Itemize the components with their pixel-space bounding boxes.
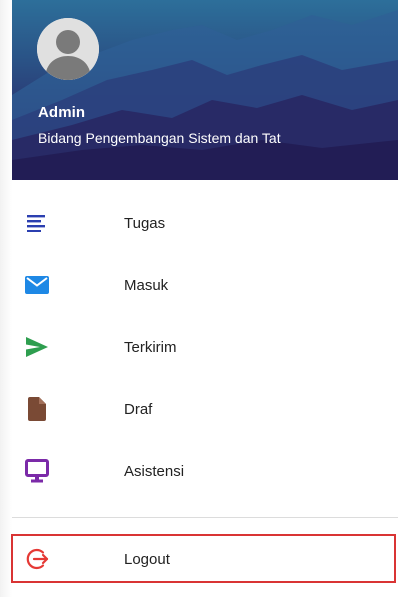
drawer-edge (0, 0, 12, 597)
menu-item-masuk[interactable]: Masuk (12, 254, 398, 316)
menu-list: Tugas Masuk Terkirim Draf Asistensi (12, 192, 398, 502)
menu-item-label: Asistensi (124, 462, 185, 480)
menu-item-terkirim[interactable]: Terkirim (12, 316, 398, 378)
avatar[interactable] (37, 18, 99, 80)
send-icon (24, 334, 50, 360)
profile-department: Bidang Pengembangan Sistem dan Tat (38, 130, 281, 146)
menu-item-label: Tugas (124, 214, 166, 232)
menu-item-label: Masuk (124, 276, 169, 294)
document-icon (24, 396, 50, 422)
mail-icon (24, 272, 50, 298)
menu-item-draf[interactable]: Draf (12, 378, 398, 440)
logout-icon (26, 547, 50, 571)
menu-item-tugas[interactable]: Tugas (12, 192, 398, 254)
menu-item-label: Terkirim (124, 338, 177, 356)
profile-name: Admin (38, 104, 86, 121)
menu-item-asistensi[interactable]: Asistensi (12, 440, 398, 502)
menu-divider (12, 517, 398, 518)
navigation-drawer: Admin Bidang Pengembangan Sistem dan Tat… (0, 0, 398, 597)
list-icon (24, 210, 50, 236)
monitor-icon (24, 458, 50, 484)
user-avatar-icon (37, 18, 99, 80)
logout-button[interactable]: Logout (11, 534, 396, 583)
profile-header: Admin Bidang Pengembangan Sistem dan Tat (12, 0, 398, 180)
menu-item-label: Draf (124, 400, 153, 418)
logout-label: Logout (124, 551, 170, 568)
